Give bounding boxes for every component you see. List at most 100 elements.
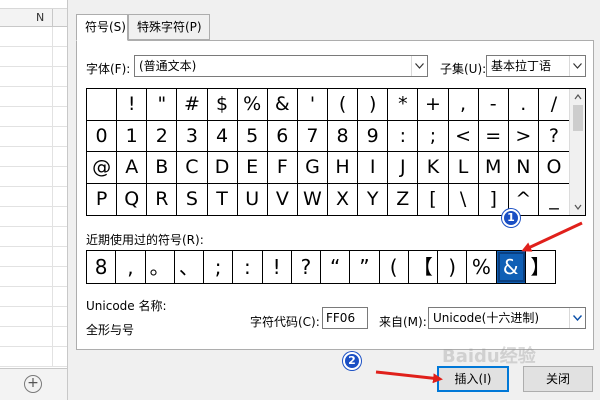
symbol-cell[interactable]: _: [539, 184, 569, 216]
recent-symbol[interactable]: %: [467, 251, 497, 283]
vertical-scrollbar[interactable]: [569, 89, 585, 215]
scroll-up-icon[interactable]: [574, 93, 582, 101]
symbol-cell[interactable]: 2: [147, 120, 178, 152]
symbol-cell[interactable]: *: [388, 89, 419, 121]
symbol-cell[interactable]: B: [147, 152, 178, 184]
symbol-cell[interactable]: #: [177, 89, 208, 121]
column-header[interactable]: N: [0, 8, 67, 27]
recent-symbol[interactable]: (: [380, 251, 409, 283]
symbol-cell[interactable]: X: [328, 183, 359, 215]
symbol-cell[interactable]: <: [448, 120, 479, 152]
symbol-cell[interactable]: J: [388, 152, 419, 184]
recent-symbol[interactable]: “: [321, 251, 351, 283]
symbol-dialog: 符号(S) 特殊字符(P) 字体(F): (普通文本) 子集(U): 基本拉丁语…: [68, 0, 600, 400]
symbol-cell[interactable]: $: [207, 89, 238, 121]
symbol-cell[interactable]: !: [117, 89, 148, 121]
symbol-cell[interactable]: ?: [538, 121, 569, 152]
symbol-cell[interactable]: +: [418, 89, 449, 121]
tab-special-characters[interactable]: 特殊字符(P): [128, 14, 210, 40]
recent-symbol[interactable]: 、: [175, 251, 204, 283]
symbol-cell[interactable]: 0: [87, 120, 118, 152]
symbol-cell[interactable]: 1: [117, 120, 148, 152]
symbol-cell[interactable]: T: [208, 183, 238, 215]
char-code-input[interactable]: FF06: [322, 307, 368, 329]
recent-symbol-selected[interactable]: &: [496, 251, 526, 283]
column-header-label: N: [36, 11, 45, 24]
symbol-cell[interactable]: H: [328, 152, 359, 184]
chevron-down-icon[interactable]: [411, 56, 427, 76]
symbol-cell[interactable]: P: [87, 183, 118, 215]
plus-circle-icon[interactable]: +: [24, 375, 42, 393]
symbol-cell[interactable]: Y: [358, 183, 389, 215]
symbol-cell[interactable]: ": [147, 89, 178, 121]
scrollbar-thumb[interactable]: [573, 105, 583, 131]
tab-symbols[interactable]: 符号(S): [76, 14, 128, 41]
symbol-cell[interactable]: @: [87, 152, 118, 184]
font-select-value: (普通文本): [139, 59, 197, 73]
symbol-cell[interactable]: [: [418, 183, 449, 215]
scroll-down-icon[interactable]: [574, 203, 582, 211]
symbol-cell[interactable]: (: [328, 89, 359, 121]
symbol-cell[interactable]: \: [449, 183, 479, 215]
symbol-cell[interactable]: 7: [297, 120, 328, 152]
recent-symbol[interactable]: 】: [526, 251, 555, 283]
symbol-cell[interactable]: R: [147, 183, 178, 215]
symbol-cell[interactable]: Z: [388, 183, 419, 215]
symbol-cell[interactable]: 4: [207, 120, 238, 152]
recent-symbol[interactable]: ;: [204, 251, 234, 283]
chevron-down-icon[interactable]: [569, 308, 585, 328]
symbol-cell[interactable]: 6: [267, 120, 298, 152]
symbol-cell[interactable]: [87, 89, 118, 121]
sheet-rows[interactable]: [0, 27, 67, 367]
insert-button[interactable]: 插入(I): [437, 366, 509, 392]
symbol-cell[interactable]: V: [268, 183, 298, 215]
symbol-cell[interactable]: 5: [237, 120, 268, 152]
symbol-cell[interactable]: ': [297, 89, 328, 121]
symbol-cell[interactable]: ,: [448, 89, 479, 121]
font-select[interactable]: (普通文本): [134, 55, 428, 77]
symbol-cell[interactable]: /: [538, 89, 569, 121]
recent-symbol[interactable]: !: [263, 251, 292, 283]
symbol-cell[interactable]: .: [508, 89, 539, 121]
symbol-cell[interactable]: M: [478, 152, 509, 184]
symbol-cell[interactable]: O: [538, 152, 569, 184]
symbol-cell[interactable]: 3: [177, 120, 208, 152]
symbol-cell[interactable]: G: [297, 152, 328, 184]
subset-select[interactable]: 基本拉丁语: [486, 55, 586, 77]
recent-symbol[interactable]: 【: [409, 251, 438, 283]
symbol-cell[interactable]: =: [478, 120, 509, 152]
symbol-cell[interactable]: A: [117, 152, 148, 184]
recent-symbol[interactable]: :: [233, 251, 263, 283]
symbol-cell[interactable]: -: [478, 89, 509, 121]
from-select[interactable]: Unicode(十六进制): [428, 307, 586, 329]
symbol-cell[interactable]: U: [238, 183, 268, 215]
symbol-cell[interactable]: E: [237, 152, 268, 184]
recent-symbol[interactable]: 8: [87, 251, 117, 283]
symbol-cell[interactable]: :: [388, 120, 419, 152]
symbol-cell[interactable]: ;: [418, 120, 449, 152]
symbol-cell[interactable]: N: [508, 152, 539, 184]
symbol-cell[interactable]: K: [418, 152, 449, 184]
symbol-cell[interactable]: >: [508, 120, 539, 152]
symbol-cell[interactable]: 9: [358, 120, 389, 152]
recent-symbol[interactable]: ?: [292, 251, 321, 283]
column-divider: [52, 9, 53, 27]
symbol-cell[interactable]: C: [177, 152, 208, 184]
symbol-cell[interactable]: I: [358, 152, 389, 184]
symbol-cell[interactable]: W: [298, 183, 328, 215]
chevron-down-icon[interactable]: [569, 56, 585, 76]
symbol-cell[interactable]: ): [358, 89, 389, 121]
symbol-cell[interactable]: F: [267, 152, 298, 184]
recent-symbol[interactable]: ): [438, 251, 468, 283]
symbol-cell[interactable]: Q: [117, 183, 148, 215]
symbol-cell[interactable]: %: [237, 89, 268, 121]
symbol-cell[interactable]: S: [177, 183, 208, 215]
recent-symbol[interactable]: 。: [146, 251, 175, 283]
close-button[interactable]: 关闭: [523, 366, 593, 392]
symbol-cell[interactable]: L: [448, 152, 479, 184]
recent-symbol[interactable]: ”: [350, 251, 380, 283]
symbol-cell[interactable]: D: [207, 152, 238, 184]
symbol-cell[interactable]: 8: [328, 120, 359, 152]
recent-symbol[interactable]: ,: [116, 251, 146, 283]
symbol-cell[interactable]: &: [267, 89, 298, 121]
